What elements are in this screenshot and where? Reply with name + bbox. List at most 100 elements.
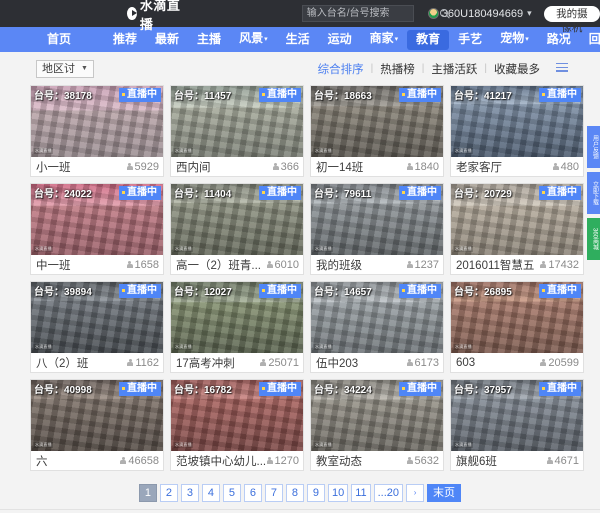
stream-thumbnail[interactable]: 台号：38178 直播中 水滴直播: [31, 86, 163, 157]
stream-title[interactable]: 初一14班: [316, 159, 407, 175]
stream-thumbnail[interactable]: 台号：26895 直播中 水滴直播: [451, 282, 583, 353]
page-button[interactable]: 10: [327, 484, 349, 502]
last-page-button[interactable]: 末页: [427, 484, 462, 502]
stream-title[interactable]: 八（2）班: [36, 355, 127, 371]
chevron-down-icon[interactable]: ▾: [527, 8, 532, 19]
stream-card[interactable]: 台号：39894 直播中 水滴直播 八（2）班 1162: [30, 281, 164, 373]
stream-thumbnail[interactable]: 台号：79611 直播中 水滴直播: [311, 184, 443, 255]
stream-title[interactable]: 伍中203: [316, 355, 407, 371]
stream-title[interactable]: 603: [456, 357, 540, 369]
stream-card[interactable]: 台号：11404 直播中 水滴直播 高一（2）班青... 6010: [170, 183, 304, 275]
stream-thumbnail[interactable]: 台号：37957 直播中 水滴直播: [451, 380, 583, 451]
sort-link-3[interactable]: 收藏最多: [487, 61, 547, 77]
side-rail-button-1[interactable]: 立即下载: [587, 172, 600, 214]
stream-meta: 17高考冲刺 25071: [171, 353, 303, 372]
stream-card[interactable]: 台号：20729 直播中 水滴直播 2016011智慧五 17432: [450, 183, 584, 275]
stream-title[interactable]: 教室动态: [316, 453, 407, 469]
stream-title[interactable]: 旗舰6班: [456, 453, 547, 469]
nav-item-2[interactable]: 最新: [146, 30, 188, 50]
stream-card[interactable]: 台号：40998 直播中 水滴直播六 46658: [30, 379, 164, 471]
page-button[interactable]: 4: [201, 484, 220, 502]
nav-item-5[interactable]: 生活: [277, 30, 319, 50]
stream-title[interactable]: 中一班: [36, 257, 127, 273]
page-button[interactable]: 2: [159, 484, 178, 502]
page-button[interactable]: 11: [351, 484, 371, 502]
viewer-count-value: 1658: [134, 258, 159, 271]
nav-item-4[interactable]: 风景▾: [230, 29, 277, 49]
stream-thumbnail[interactable]: 台号：18663 直播中 水滴直播: [311, 86, 443, 157]
stream-meta: 高一（2）班青... 6010: [171, 255, 303, 274]
stream-thumbnail[interactable]: 台号：41217 直播中 水滴直播: [451, 86, 583, 157]
nav-item-7[interactable]: 商家▾: [361, 29, 408, 49]
viewer-icon: [552, 162, 559, 171]
my-camera-button[interactable]: 我的摄像机: [543, 5, 600, 34]
stream-thumbnail[interactable]: 台号：11404 直播中 水滴直播: [171, 184, 303, 255]
stream-title[interactable]: 六: [36, 453, 120, 469]
search-input[interactable]: [306, 6, 439, 21]
nav-item-3[interactable]: 主播: [188, 30, 230, 50]
page-button[interactable]: 5: [222, 484, 241, 502]
stream-title[interactable]: 我的班级: [316, 257, 407, 273]
stream-card[interactable]: 台号：24022 直播中 水滴直播中一班 1658: [30, 183, 164, 275]
nav-item-10[interactable]: 宠物▾: [491, 29, 538, 49]
stream-title[interactable]: 老家客厅: [456, 159, 553, 175]
sort-link-2[interactable]: 主播活跃: [424, 61, 484, 77]
list-view-icon[interactable]: [556, 62, 568, 74]
live-badge: 直播中: [259, 88, 301, 102]
site-logo[interactable]: 水滴直播: [127, 0, 181, 33]
sort-link-1[interactable]: 热播榜: [373, 61, 422, 77]
nav-item-9[interactable]: 手艺: [449, 30, 491, 50]
stream-card[interactable]: 台号：37957 直播中 水滴直播 旗舰6班 4671: [450, 379, 584, 471]
stream-thumbnail[interactable]: 台号：12027 直播中 水滴直播: [171, 282, 303, 353]
stream-card[interactable]: 台号：11457 直播中 水滴直播 西内间 366: [170, 85, 304, 177]
nav-item-6[interactable]: 运动: [319, 30, 361, 50]
stream-card[interactable]: 台号：12027 直播中 水滴直播 17高考冲刺 25071: [170, 281, 304, 373]
nav-item-1[interactable]: 推荐: [104, 30, 146, 50]
search-box[interactable]: [301, 5, 448, 22]
page-button[interactable]: 7: [264, 484, 283, 502]
stream-card[interactable]: 台号：18663 直播中 水滴直播 初一14班 1840: [310, 85, 444, 177]
page-button[interactable]: ...20: [373, 484, 404, 502]
stream-card[interactable]: 台号：41217 直播中 水滴直播 老家客厅 480: [450, 85, 584, 177]
page-button[interactable]: 8: [285, 484, 304, 502]
stream-title[interactable]: 小一班: [36, 159, 127, 175]
stream-title[interactable]: 高一（2）班青...: [176, 257, 267, 273]
stream-title[interactable]: 2016011智慧五: [456, 257, 540, 273]
stream-thumbnail[interactable]: 台号：16782 直播中 水滴直播: [171, 380, 303, 451]
stream-thumbnail[interactable]: 台号：11457 直播中 水滴直播: [171, 86, 303, 157]
nav-item-8[interactable]: 教育: [407, 29, 450, 50]
live-dot-icon: [402, 191, 405, 194]
stream-title[interactable]: 西内间: [176, 159, 273, 175]
live-badge-label: 直播中: [407, 383, 437, 394]
viewer-count: 1237: [406, 259, 439, 271]
nav-item-0[interactable]: 首页: [38, 30, 80, 50]
region-select[interactable]: 地区讨 ▼: [36, 59, 94, 78]
stream-card[interactable]: 台号：14657 直播中 水滴直播 伍中203 6173: [310, 281, 444, 373]
page-button[interactable]: 1: [138, 484, 157, 502]
stream-thumbnail[interactable]: 台号：40998 直播中 水滴直播: [31, 380, 163, 451]
page-button[interactable]: 3: [180, 484, 199, 502]
stream-card[interactable]: 台号：16782 直播中 水滴直播 范坡镇中心幼儿... 1270: [170, 379, 304, 471]
live-badge-label: 直播中: [267, 89, 297, 100]
search-icon[interactable]: [439, 8, 450, 19]
page-button[interactable]: 9: [306, 484, 325, 502]
stream-card[interactable]: 台号：38178 直播中 水滴直播 小一班 5929: [30, 85, 164, 177]
side-rail-button-0[interactable]: 用户反馈: [587, 126, 600, 168]
stream-title[interactable]: 范坡镇中心幼儿...: [176, 453, 267, 469]
stream-thumbnail[interactable]: 台号：39894 直播中 水滴直播: [31, 282, 163, 353]
sort-link-0[interactable]: 综合排序: [311, 61, 371, 77]
stream-title[interactable]: 17高考冲刺: [176, 355, 260, 371]
page-button[interactable]: 6: [243, 484, 262, 502]
live-dot-icon: [402, 289, 405, 292]
stream-thumbnail[interactable]: 台号：14657 直播中 水滴直播: [311, 282, 443, 353]
stream-card[interactable]: 台号：79611 直播中 水滴直播我的班级 1237: [310, 183, 444, 275]
stream-card[interactable]: 台号：34224 直播中 水滴直播 教室动态 5632: [310, 379, 444, 471]
stream-thumbnail[interactable]: 台号：34224 直播中 水滴直播: [311, 380, 443, 451]
nav-item-12[interactable]: 回放: [580, 30, 600, 50]
next-page-button[interactable]: ›: [406, 484, 425, 502]
side-rail-button-2[interactable]: 360商城: [587, 218, 600, 260]
stream-thumbnail[interactable]: 台号：20729 直播中 水滴直播: [451, 184, 583, 255]
stream-meta: 小一班 5929: [31, 157, 163, 176]
stream-card[interactable]: 台号：26895 直播中 水滴直播 603 20599: [450, 281, 584, 373]
stream-thumbnail[interactable]: 台号：24022 直播中 水滴直播: [31, 184, 163, 255]
